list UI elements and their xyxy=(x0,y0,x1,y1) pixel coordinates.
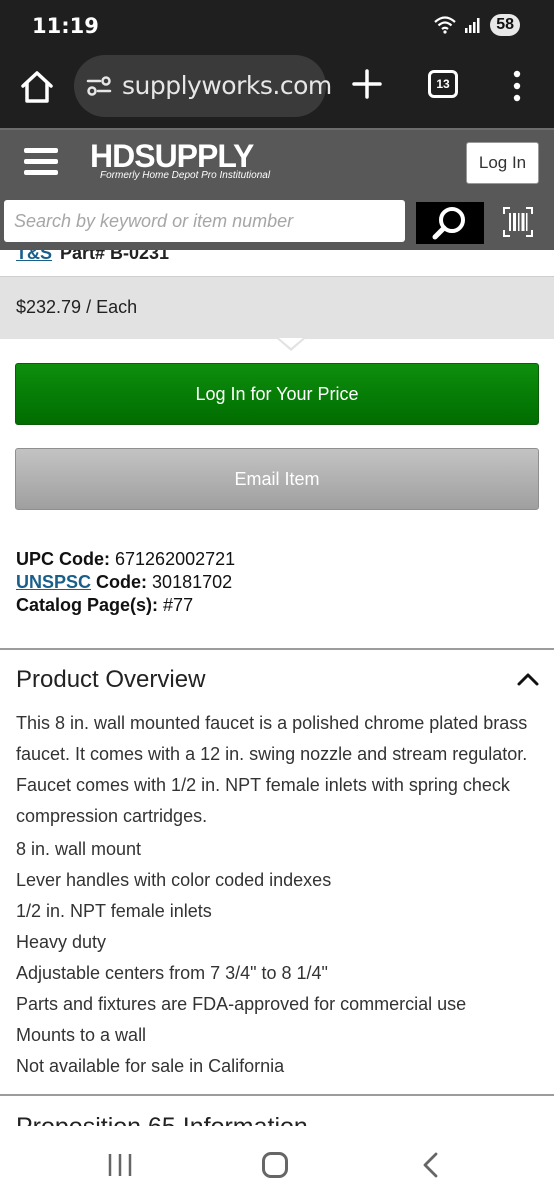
unspsc-link[interactable]: UNSPSC xyxy=(16,572,91,592)
address-bar[interactable]: supplyworks.com xyxy=(74,55,332,117)
tab-switcher-button[interactable]: 13 xyxy=(428,70,458,98)
logo-text: HDSUPPLY xyxy=(90,138,254,174)
unspsc-label: Code: xyxy=(96,572,148,592)
status-icons: 58 xyxy=(434,14,520,36)
wifi-icon xyxy=(434,16,456,34)
unspsc-row: UNSPSC Code: 30181702 xyxy=(16,571,235,594)
proposition-65-title[interactable]: Proposition 65 Information xyxy=(16,1112,308,1126)
unspsc-value: 30181702 xyxy=(152,572,233,592)
brand-link[interactable]: T&S xyxy=(16,250,52,262)
barcode-scanner-icon[interactable] xyxy=(502,206,534,238)
more-menu-icon[interactable] xyxy=(512,70,522,102)
product-description: This 8 in. wall mounted faucet is a poli… xyxy=(16,713,528,826)
feature-item: 1/2 in. NPT female inlets xyxy=(16,901,212,921)
section-divider xyxy=(0,648,554,650)
price-bar: $232.79 / Each xyxy=(0,277,554,339)
url-text: supplyworks.com xyxy=(122,71,332,100)
catalog-label: Catalog Page(s): xyxy=(16,595,159,615)
upc-label: UPC Code: xyxy=(16,549,110,569)
feature-item: 8 in. wall mount xyxy=(16,839,142,859)
chevron-up-icon[interactable] xyxy=(516,670,540,688)
product-codes: UPC Code: 671262002721 UNSPSC Code: 3018… xyxy=(16,548,235,617)
feature-list: 8 in. wall mount Lever handles with colo… xyxy=(16,834,466,1082)
site-header: HDSUPPLY Formerly Home Depot Pro Institu… xyxy=(0,128,554,250)
home-icon[interactable] xyxy=(18,68,56,106)
price-notch-inner xyxy=(279,338,303,348)
feature-item: Heavy duty xyxy=(16,932,107,952)
status-bar: 11:19 58 xyxy=(0,0,554,52)
signal-icon xyxy=(465,18,480,33)
home-nav-icon[interactable] xyxy=(262,1152,288,1178)
catalog-row: Catalog Page(s): #77 xyxy=(16,594,235,617)
site-settings-icon[interactable] xyxy=(86,74,112,98)
recent-apps-icon[interactable] xyxy=(106,1152,134,1178)
search-input[interactable] xyxy=(4,200,405,242)
upc-value: 671262002721 xyxy=(115,549,236,569)
feature-item: Parts and fixtures are FDA-approved for … xyxy=(16,994,467,1014)
status-time: 11:19 xyxy=(32,14,99,38)
browser-toolbar: supplyworks.com 13 xyxy=(0,52,554,128)
feature-item: Adjustable centers from 7 3/4" to 8 1/4" xyxy=(16,963,328,983)
hd-supply-logo[interactable]: HDSUPPLY Formerly Home Depot Pro Institu… xyxy=(90,140,270,181)
search-button[interactable] xyxy=(416,202,484,244)
battery-indicator: 58 xyxy=(490,14,520,36)
login-for-price-button[interactable]: Log In for Your Price xyxy=(15,363,539,425)
new-tab-icon[interactable] xyxy=(350,66,384,102)
search-icon xyxy=(432,207,465,240)
system-nav-bar xyxy=(0,1128,554,1200)
part-number-line: T&S Part# B-0231 xyxy=(16,250,169,262)
catalog-value: #77 xyxy=(163,595,194,615)
login-button[interactable]: Log In xyxy=(466,142,539,184)
hamburger-menu-icon[interactable] xyxy=(24,148,58,178)
feature-item: Lever handles with color coded indexes xyxy=(16,870,332,890)
part-number-text: Part# B-0231 xyxy=(60,250,170,262)
feature-item: Not available for sale in California xyxy=(16,1056,285,1076)
price-text: $232.79 / Each xyxy=(16,297,138,317)
logo-subtitle: Formerly Home Depot Pro Institutional xyxy=(100,170,271,181)
email-item-button[interactable]: Email Item xyxy=(15,448,539,510)
back-icon[interactable] xyxy=(420,1152,440,1178)
upc-row: UPC Code: 671262002721 xyxy=(16,548,235,571)
feature-item: Mounts to a wall xyxy=(16,1025,147,1045)
section-divider xyxy=(0,1094,554,1096)
product-overview-title[interactable]: Product Overview xyxy=(16,666,205,694)
